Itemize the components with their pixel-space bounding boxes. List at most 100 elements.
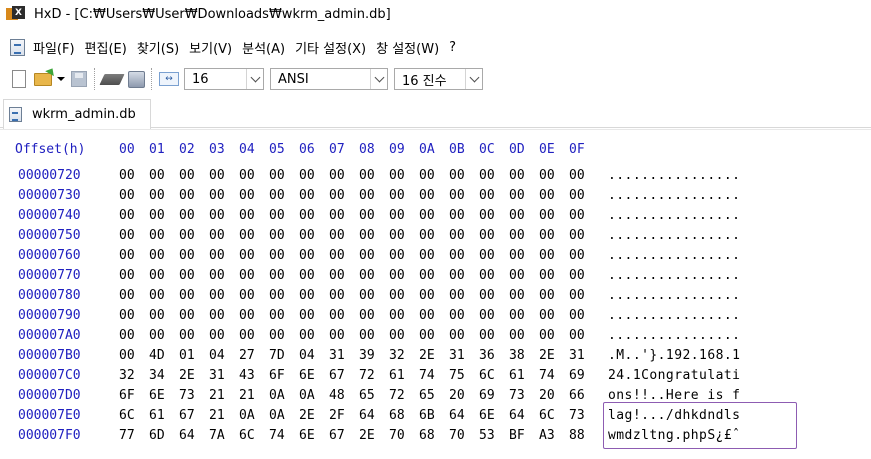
hex-byte[interactable]: 00 bbox=[209, 228, 239, 243]
hex-byte[interactable]: 00 bbox=[299, 268, 329, 283]
hex-byte[interactable]: 00 bbox=[239, 188, 269, 203]
hex-byte[interactable]: 00 bbox=[359, 328, 389, 343]
hex-byte[interactable]: 00 bbox=[479, 168, 509, 183]
hex-byte[interactable]: 27 bbox=[239, 348, 269, 363]
hex-byte[interactable]: 00 bbox=[479, 328, 509, 343]
hex-byte[interactable]: 00 bbox=[449, 288, 479, 303]
hex-byte[interactable]: 00 bbox=[359, 248, 389, 263]
hex-byte[interactable]: 00 bbox=[389, 208, 419, 223]
open-file-button[interactable] bbox=[32, 68, 54, 90]
hex-byte[interactable]: 64 bbox=[359, 408, 389, 423]
hex-byte[interactable]: 73 bbox=[569, 408, 599, 423]
document-menu-icon[interactable] bbox=[10, 38, 25, 56]
hex-byte[interactable]: 00 bbox=[539, 188, 569, 203]
hex-byte[interactable]: 6E bbox=[149, 388, 179, 403]
hex-byte[interactable]: 00 bbox=[239, 168, 269, 183]
hex-byte[interactable]: 00 bbox=[419, 268, 449, 283]
hex-byte[interactable]: 00 bbox=[449, 208, 479, 223]
hex-byte[interactable]: 00 bbox=[329, 168, 359, 183]
hex-byte[interactable]: 00 bbox=[419, 168, 449, 183]
hex-byte[interactable]: 00 bbox=[479, 248, 509, 263]
hex-byte[interactable]: 00 bbox=[299, 188, 329, 203]
hex-byte[interactable]: 00 bbox=[209, 188, 239, 203]
hex-byte[interactable]: 00 bbox=[239, 308, 269, 323]
hex-byte[interactable]: 00 bbox=[479, 308, 509, 323]
menu-help[interactable]: ? bbox=[449, 40, 456, 55]
hex-byte[interactable]: 61 bbox=[389, 368, 419, 383]
hex-byte[interactable]: 00 bbox=[569, 168, 599, 183]
offset-base-select[interactable]: 16 진수 bbox=[394, 68, 483, 90]
hex-byte[interactable]: 00 bbox=[389, 168, 419, 183]
row-ascii[interactable]: 24.1Congratulati bbox=[608, 368, 740, 383]
open-ram-button[interactable] bbox=[99, 68, 125, 90]
hex-byte[interactable]: 00 bbox=[209, 168, 239, 183]
hex-byte[interactable]: 6F bbox=[119, 388, 149, 403]
hex-byte[interactable]: 72 bbox=[389, 388, 419, 403]
hex-byte[interactable]: 00 bbox=[479, 288, 509, 303]
hex-byte[interactable]: 61 bbox=[509, 368, 539, 383]
hex-byte[interactable]: 00 bbox=[329, 208, 359, 223]
save-button[interactable] bbox=[68, 68, 90, 90]
hex-byte[interactable]: 00 bbox=[509, 248, 539, 263]
hex-byte[interactable]: 53 bbox=[479, 428, 509, 443]
hex-byte[interactable]: 61 bbox=[149, 408, 179, 423]
hex-byte[interactable]: 00 bbox=[179, 168, 209, 183]
hex-byte[interactable]: 00 bbox=[569, 288, 599, 303]
hex-byte[interactable]: 00 bbox=[239, 268, 269, 283]
hex-byte[interactable]: 00 bbox=[149, 308, 179, 323]
hex-byte[interactable]: 00 bbox=[239, 288, 269, 303]
hex-byte[interactable]: 00 bbox=[419, 248, 449, 263]
hex-byte[interactable]: 88 bbox=[569, 428, 599, 443]
hex-byte[interactable]: 00 bbox=[299, 168, 329, 183]
hex-byte[interactable]: 00 bbox=[149, 228, 179, 243]
hex-byte[interactable]: 00 bbox=[389, 328, 419, 343]
hex-byte[interactable]: 36 bbox=[479, 348, 509, 363]
hex-byte[interactable]: 31 bbox=[449, 348, 479, 363]
hex-byte[interactable]: 00 bbox=[539, 248, 569, 263]
hex-byte[interactable]: 00 bbox=[509, 308, 539, 323]
open-disk-button[interactable] bbox=[125, 68, 147, 90]
hex-byte[interactable]: 00 bbox=[269, 168, 299, 183]
hex-byte[interactable]: 00 bbox=[269, 308, 299, 323]
hex-byte[interactable]: 00 bbox=[419, 208, 449, 223]
hex-byte[interactable]: 00 bbox=[149, 208, 179, 223]
hex-byte[interactable]: 00 bbox=[449, 228, 479, 243]
hex-byte[interactable]: 00 bbox=[509, 168, 539, 183]
hex-byte[interactable]: 74 bbox=[269, 428, 299, 443]
hex-byte[interactable]: 00 bbox=[449, 328, 479, 343]
row-ascii[interactable]: ................ bbox=[608, 168, 740, 183]
hex-byte[interactable]: 00 bbox=[119, 268, 149, 283]
hex-byte[interactable]: 6D bbox=[149, 428, 179, 443]
hex-byte[interactable]: 0A bbox=[239, 408, 269, 423]
hex-byte[interactable]: 2E bbox=[179, 368, 209, 383]
hex-byte[interactable]: 00 bbox=[539, 208, 569, 223]
hex-byte[interactable]: 00 bbox=[119, 328, 149, 343]
menu-window[interactable]: 창 설정(W) bbox=[376, 38, 439, 57]
hex-byte[interactable]: 21 bbox=[209, 408, 239, 423]
menu-analysis[interactable]: 분석(A) bbox=[242, 38, 285, 57]
hex-byte[interactable]: 00 bbox=[329, 268, 359, 283]
hex-byte[interactable]: 6E bbox=[479, 408, 509, 423]
hex-byte[interactable]: 00 bbox=[479, 188, 509, 203]
hex-byte[interactable]: 00 bbox=[119, 308, 149, 323]
hex-byte[interactable]: 00 bbox=[209, 268, 239, 283]
hex-byte[interactable]: 00 bbox=[269, 188, 299, 203]
hex-byte[interactable]: 7A bbox=[209, 428, 239, 443]
hex-byte[interactable]: 6C bbox=[119, 408, 149, 423]
hex-byte[interactable]: 00 bbox=[119, 228, 149, 243]
menu-file[interactable]: 파일(F) bbox=[33, 38, 75, 57]
hex-byte[interactable]: 00 bbox=[269, 328, 299, 343]
hex-byte[interactable]: 0A bbox=[299, 388, 329, 403]
hex-byte[interactable]: 04 bbox=[209, 348, 239, 363]
hex-byte[interactable]: 31 bbox=[329, 348, 359, 363]
hex-byte[interactable]: 6C bbox=[239, 428, 269, 443]
hex-byte[interactable]: A3 bbox=[539, 428, 569, 443]
new-file-button[interactable] bbox=[8, 68, 30, 90]
hex-byte[interactable]: 67 bbox=[329, 368, 359, 383]
hex-byte[interactable]: 34 bbox=[149, 368, 179, 383]
hex-byte[interactable]: 6C bbox=[539, 408, 569, 423]
hex-byte[interactable]: 00 bbox=[269, 248, 299, 263]
hex-byte[interactable]: 01 bbox=[179, 348, 209, 363]
hex-byte[interactable]: 00 bbox=[119, 188, 149, 203]
bytes-per-row-button[interactable]: ↔ bbox=[158, 68, 180, 90]
